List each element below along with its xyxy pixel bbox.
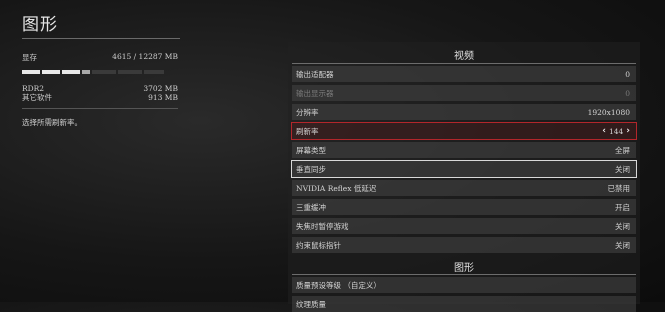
- settings-panel: 视频 输出适配器 0 输出显示器 0 分辨率 1920x1080 刷新率 ‹ 1…: [288, 42, 640, 312]
- left-divider: [22, 108, 178, 109]
- vram-label: 显存: [22, 53, 37, 62]
- option-value: 已禁用: [607, 183, 631, 193]
- vram-bar-segment: [22, 70, 40, 74]
- option-value: 关闭: [615, 164, 630, 174]
- option-vsync[interactable]: 垂直同步 关闭: [291, 160, 637, 178]
- option-label: 质量预设等级 （自定义）: [296, 280, 381, 290]
- option-value: 1920x1080: [587, 107, 630, 117]
- section-header-graphics: 图形: [454, 263, 474, 274]
- vram-breakdown: RDR2 3702 MB 其它软件 913 MB: [22, 84, 178, 102]
- option-refresh-rate[interactable]: 刷新率 ‹ 144 ›: [291, 122, 637, 140]
- vram-rdr2-label: RDR2: [22, 84, 45, 93]
- option-screen-type[interactable]: 屏幕类型 全屏: [292, 142, 636, 158]
- vram-bar-segment: [92, 70, 116, 74]
- option-value: 0: [625, 88, 630, 98]
- option-label: NVIDIA Reflex 低延迟: [296, 183, 377, 193]
- section-header-video: 视频: [454, 51, 474, 62]
- option-value-selector: ‹ 144 ›: [602, 126, 630, 136]
- option-value: 全屏: [615, 145, 630, 155]
- vram-info: 显存 4615 / 12287 MB RDR2 3702 MB 其它软件 913…: [22, 52, 178, 128]
- option-label: 屏幕类型: [296, 145, 326, 155]
- vram-bar-segment: [144, 70, 164, 74]
- option-label: 失焦时暂停游戏: [296, 221, 349, 231]
- page-title: 图形: [22, 15, 58, 35]
- option-triple-buffering[interactable]: 三重缓冲 开启: [292, 199, 636, 215]
- vram-bar-segment: [62, 70, 80, 74]
- chevron-left-icon[interactable]: ‹: [602, 126, 606, 136]
- option-value: 144: [608, 126, 624, 136]
- vram-bar-segment: [42, 70, 60, 74]
- option-description: 选择所需刷新率。: [22, 118, 82, 127]
- option-value: 0: [625, 69, 630, 79]
- vram-other-row: 其它软件 913 MB: [22, 93, 178, 102]
- option-label: 刷新率: [296, 126, 319, 136]
- vram-usage: 4615 / 12287 MB: [112, 52, 178, 61]
- section-divider: [292, 274, 636, 275]
- option-label: 垂直同步: [296, 164, 326, 174]
- vram-bar-segment: [118, 70, 142, 74]
- option-label: 纹理质量: [296, 299, 326, 309]
- option-label: 约束鼠标指针: [296, 240, 341, 250]
- vram-rdr2-value: 3702 MB: [143, 84, 178, 93]
- option-label: 三重缓冲: [296, 202, 326, 212]
- option-label: 输出适配器: [296, 69, 334, 79]
- option-constrain-mouse[interactable]: 约束鼠标指针 关闭: [292, 237, 636, 253]
- vram-usage-bar: [22, 70, 178, 74]
- vram-other-value: 913 MB: [148, 93, 178, 102]
- chevron-right-icon[interactable]: ›: [626, 126, 630, 136]
- vram-rdr2-row: RDR2 3702 MB: [22, 84, 178, 93]
- option-label: 分辨率: [296, 107, 319, 117]
- option-pause-on-focus-loss[interactable]: 失焦时暂停游戏 关闭: [292, 218, 636, 234]
- option-label: 输出显示器: [296, 88, 334, 98]
- option-value: 关闭: [615, 221, 630, 231]
- option-output-adapter[interactable]: 输出适配器 0: [292, 66, 636, 82]
- title-divider: [22, 38, 180, 39]
- vram-bar-segment: [82, 70, 90, 74]
- option-resolution[interactable]: 分辨率 1920x1080: [292, 104, 636, 120]
- vram-other-label: 其它软件: [22, 93, 52, 102]
- option-nvidia-reflex[interactable]: NVIDIA Reflex 低延迟 已禁用: [292, 180, 636, 196]
- vram-usage-row: 显存 4615 / 12287 MB: [22, 52, 178, 63]
- option-value: 关闭: [615, 240, 630, 250]
- option-quality-preset[interactable]: 质量预设等级 （自定义）: [292, 277, 636, 293]
- option-texture-quality[interactable]: 纹理质量: [292, 296, 636, 312]
- option-output-monitor[interactable]: 输出显示器 0: [292, 85, 636, 101]
- option-value: 开启: [615, 202, 630, 212]
- section-divider: [292, 63, 636, 64]
